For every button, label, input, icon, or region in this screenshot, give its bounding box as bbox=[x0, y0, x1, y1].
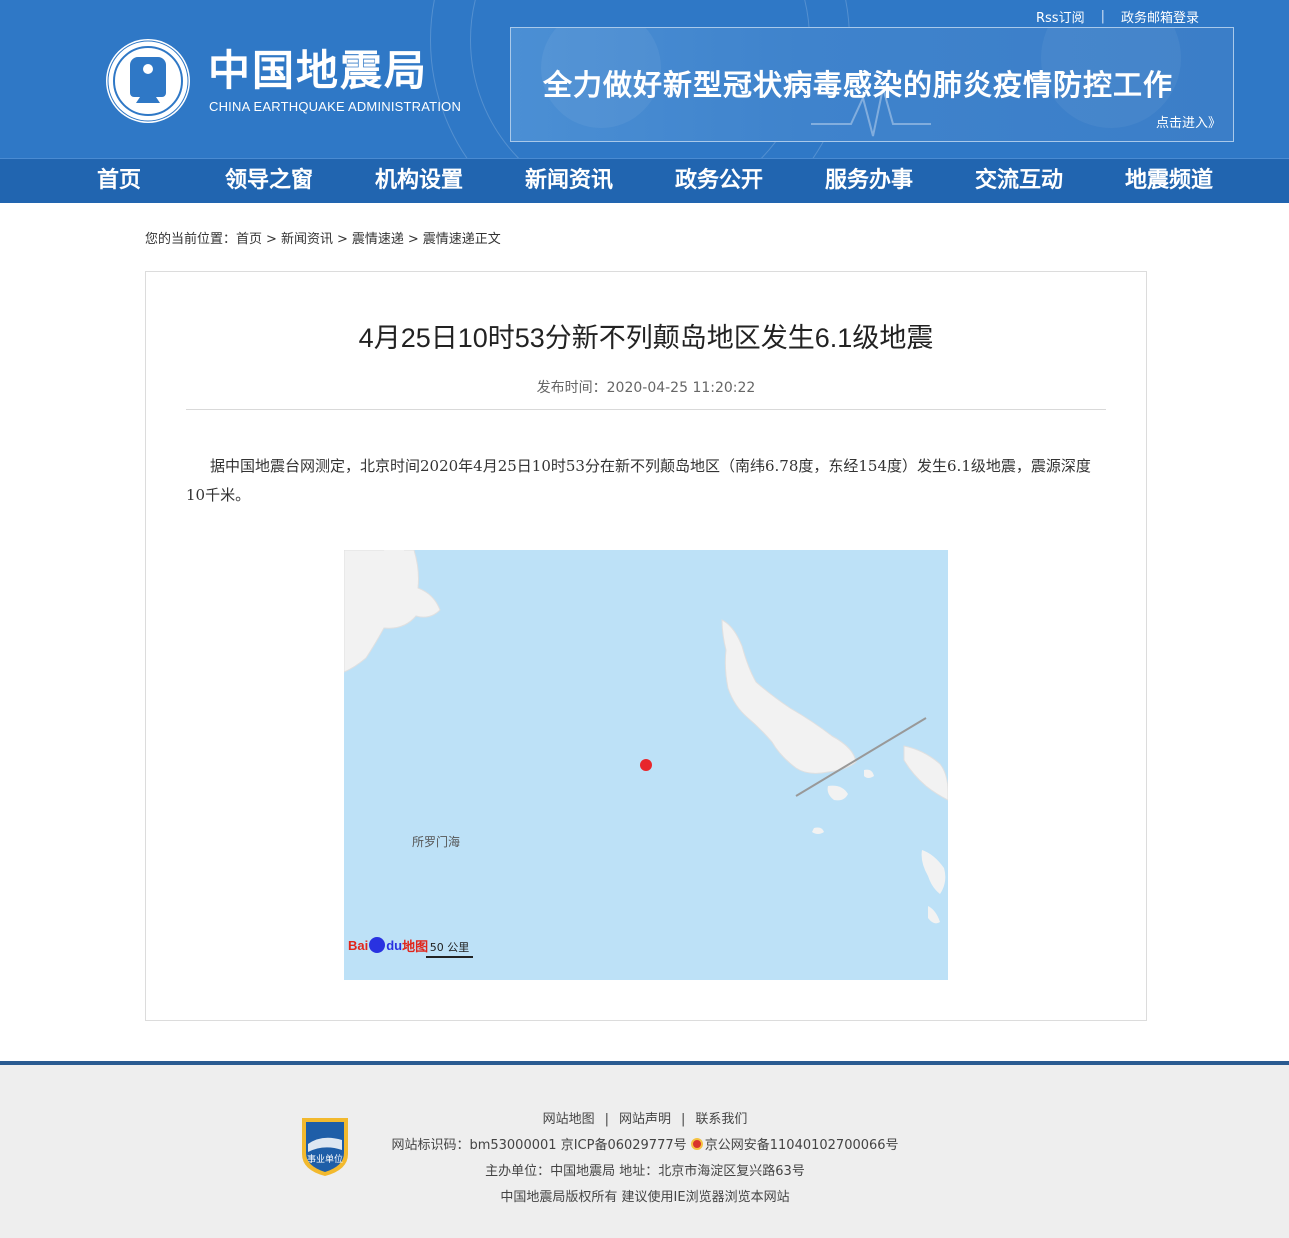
baidu-logo-text: du bbox=[386, 937, 403, 953]
breadcrumb-separator: > bbox=[336, 232, 348, 247]
site-logo-chinese[interactable]: 中国地震局 bbox=[208, 46, 428, 96]
epidemic-banner[interactable]: 全力做好新型冠状病毒感染的肺炎疫情防控工作 点击进入》 bbox=[510, 27, 1234, 142]
nav-item-home[interactable]: 首页 bbox=[44, 159, 194, 204]
nav-item-organization[interactable]: 机构设置 bbox=[344, 159, 494, 204]
divider bbox=[186, 409, 1106, 410]
article-title: 4月25日10时53分新不列颠岛地区发生6.1级地震 bbox=[358, 323, 934, 353]
breadcrumb-prefix: 您的当前位置： bbox=[145, 232, 237, 247]
top-links: Rss订阅 | 政务邮箱登录 bbox=[1020, 6, 1215, 26]
site-header: Rss订阅 | 政务邮箱登录 中国地震局 CHINA EARTHQUAKE AD… bbox=[0, 0, 1289, 158]
article-container: 4月25日10时53分新不列颠岛地区发生6.1级地震 发布时间：2020-04-… bbox=[145, 271, 1147, 1021]
baidu-map-logo[interactable]: Bai du 地图 bbox=[348, 934, 428, 956]
nav-item-leadership[interactable]: 领导之窗 bbox=[194, 159, 344, 204]
nav-item-news[interactable]: 新闻资讯 bbox=[494, 159, 644, 204]
footer-sponsor-address: 主办单位：中国地震局 地址：北京市海淀区复兴路63号 bbox=[485, 1164, 805, 1179]
epicenter-marker-icon[interactable] bbox=[640, 759, 652, 771]
site-logo-english: CHINA EARTHQUAKE ADMINISTRATION bbox=[209, 99, 462, 114]
earthquake-location-map[interactable]: 所罗门海 Bai du 地图 50 公里 bbox=[344, 550, 948, 980]
gov-mail-login-link[interactable]: 政务邮箱登录 bbox=[1105, 7, 1215, 26]
footer-copyright: 中国地震局版权所有 建议使用IE浏览器浏览本网站 bbox=[500, 1190, 790, 1205]
breadcrumb: 您的当前位置：首页 > 新闻资讯 > 震情速递 > 震情速递正文 bbox=[145, 228, 501, 247]
breadcrumb-home[interactable]: 首页 bbox=[236, 232, 262, 247]
baidu-logo-text: 地图 bbox=[402, 938, 429, 954]
article-body: 据中国地震台网测定，北京时间2020年4月25日10时53分在新不列颠岛地区（南… bbox=[186, 457, 1091, 504]
nav-item-gov-affairs[interactable]: 政务公开 bbox=[644, 159, 794, 204]
footer-statement-link[interactable]: 网站声明 bbox=[619, 1112, 671, 1127]
public-security-record-link[interactable]: 京公网安备11040102700066号 bbox=[705, 1138, 899, 1153]
breadcrumb-separator: > bbox=[266, 232, 277, 247]
banner-title: 全力做好新型冠状病毒感染的肺炎疫情防控工作 bbox=[543, 68, 1174, 102]
breadcrumb-current[interactable]: 震情速递正文 bbox=[423, 232, 501, 247]
baidu-logo-text: Bai bbox=[348, 937, 369, 953]
sea-label: 所罗门海 bbox=[412, 835, 461, 849]
rss-link[interactable]: Rss订阅 bbox=[1020, 7, 1101, 26]
site-id-code: 网站标识码：bm53000001 bbox=[391, 1138, 557, 1153]
cea-emblem-icon[interactable] bbox=[106, 39, 190, 123]
nav-item-interaction[interactable]: 交流互动 bbox=[944, 159, 1094, 204]
map-scale-bar: 50 公里 bbox=[426, 939, 473, 958]
footer-sitemap-link[interactable]: 网站地图 bbox=[543, 1112, 595, 1127]
banner-enter-link[interactable]: 点击进入》 bbox=[1156, 112, 1221, 131]
nav-item-earthquake-channel[interactable]: 地震频道 bbox=[1094, 159, 1244, 204]
main-nav: 首页 领导之窗 机构设置 新闻资讯 政务公开 服务办事 交流互动 地震频道 bbox=[0, 158, 1289, 203]
police-badge-icon bbox=[690, 1138, 703, 1150]
nav-item-services[interactable]: 服务办事 bbox=[794, 159, 944, 204]
publish-time: 发布时间：2020-04-25 11:20:22 bbox=[536, 380, 756, 396]
footer-info: 网站地图 | 网站声明 | 联系我们 网站标识码：bm53000001 京ICP备060… bbox=[300, 1107, 990, 1211]
breadcrumb-quake-express[interactable]: 震情速递 bbox=[352, 232, 404, 247]
footer-separator: | bbox=[604, 1112, 609, 1127]
footer-contact-link[interactable]: 联系我们 bbox=[695, 1112, 747, 1127]
baidu-paw-icon bbox=[369, 937, 386, 953]
breadcrumb-separator: > bbox=[407, 232, 419, 247]
footer-separator: | bbox=[681, 1112, 686, 1127]
breadcrumb-news[interactable]: 新闻资讯 bbox=[281, 232, 333, 247]
icp-record-link[interactable]: 京ICP备06029777号 bbox=[561, 1138, 687, 1153]
site-footer: 事业单位 网站地图 | 网站声明 | 联系我们 网站标识码：bm53000001 京IC… bbox=[0, 1061, 1289, 1238]
